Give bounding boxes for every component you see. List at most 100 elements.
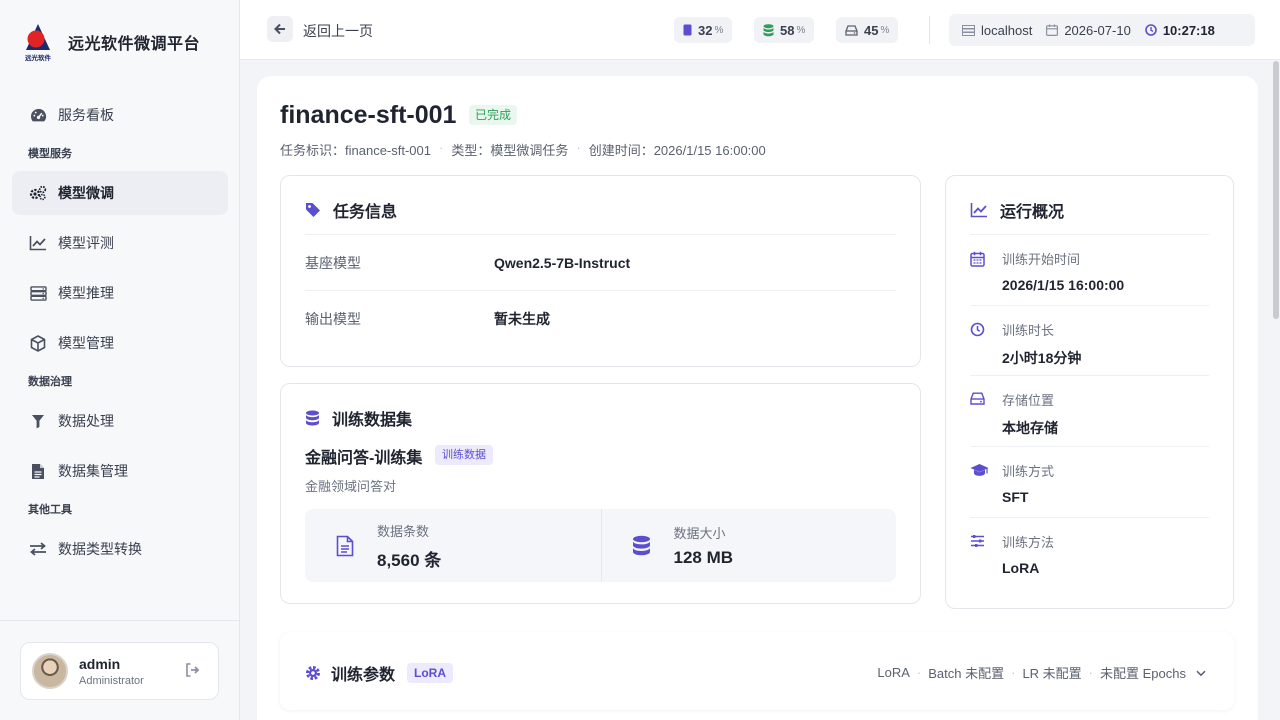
run-storage-label: 存储位置: [1002, 393, 1055, 408]
memory-unit: %: [796, 24, 806, 36]
nav-item-dashboard[interactable]: 服务看板: [12, 93, 228, 137]
server-icon: [962, 24, 975, 36]
nav-item-inference[interactable]: 模型推理: [12, 271, 228, 315]
disk-unit: %: [880, 24, 890, 36]
record-count-label: 数据条数: [377, 523, 430, 539]
dataset-heading: 训练数据集: [305, 406, 412, 430]
user-card[interactable]: admin Administrator: [20, 642, 219, 700]
sidebar-footer: admin Administrator: [0, 620, 239, 720]
data-size-label: 数据大小: [673, 526, 726, 541]
nav-item-datatype-conversion[interactable]: 数据类型转换: [12, 527, 228, 571]
system-info: localhost 2026-07-10 10:27:18: [949, 14, 1255, 46]
training-params-header[interactable]: 训练参数 LoRA LoRA · Batch 未配置 · LR 未配置 · 未配…: [280, 632, 1234, 710]
nav-group-data-governance: 数据治理: [28, 376, 72, 388]
logout-icon[interactable]: [185, 663, 200, 682]
nav-item-evaluation[interactable]: 模型评测: [12, 221, 228, 265]
params-method: LoRA: [877, 665, 910, 680]
topbar: 返回上一页 32% 58% 45% localhost 2026-07-10 1…: [240, 0, 1280, 60]
server-icon: [28, 283, 48, 303]
hdd-icon: [845, 24, 858, 36]
file-icon: [28, 461, 48, 481]
nav-label-finetune: 模型微调: [58, 185, 114, 201]
memory-value: 58: [780, 22, 795, 38]
run-duration-label: 训练时长: [1002, 323, 1055, 338]
run-overview-heading: 运行概况: [970, 198, 1064, 222]
status-badge: 已完成: [469, 105, 518, 125]
dataset-tag: 训练数据: [435, 445, 493, 465]
chart-line-icon: [28, 233, 48, 253]
graduation-cap-icon: [970, 461, 1002, 517]
base-model-row: 基座模型 Qwen2.5-7B-Instruct: [305, 234, 896, 290]
run-training-mode-label: 训练方式: [1002, 464, 1055, 479]
task-detail-card: finance-sft-001 已完成 任务标识：finance-sft-001…: [257, 76, 1258, 720]
data-size-stat: 数据大小 128 MB: [600, 509, 897, 582]
sliders-icon: [970, 532, 1002, 588]
arrow-left-icon: [274, 23, 285, 35]
gear-icon: [306, 666, 320, 680]
memory-usage-badge: 58%: [754, 17, 815, 43]
current-date: 2026-07-10: [1064, 22, 1131, 38]
file-lines-icon: [327, 535, 363, 557]
chevron-down-icon[interactable]: [1196, 665, 1206, 680]
run-training-method-label: 训练方法: [1002, 535, 1055, 550]
hdd-icon: [970, 390, 1002, 446]
task-type: 类型：模型微调任务: [451, 143, 569, 158]
nav-label-dataset-management: 数据集管理: [58, 463, 128, 479]
filter-icon: [28, 411, 48, 431]
nav-label-data-processing: 数据处理: [58, 413, 114, 429]
database-icon: [306, 410, 319, 425]
output-model-value: 暂未生成: [494, 310, 550, 327]
topbar-divider: [929, 16, 930, 44]
dataset-stats: 数据条数 8,560 条 数据大小 128 MB: [305, 509, 896, 582]
cpu-usage-badge: 32%: [674, 17, 733, 43]
calendar-icon: [970, 249, 1002, 305]
run-training-mode: 训练方式 SFT: [970, 446, 1209, 517]
base-model-value: Qwen2.5-7B-Instruct: [494, 254, 631, 271]
nav-item-finetune[interactable]: 模型微调: [12, 171, 228, 215]
run-start-time-label: 训练开始时间: [1002, 252, 1081, 267]
nav-group-other-tools: 其他工具: [28, 504, 72, 516]
cube-icon: [28, 333, 48, 353]
chart-line-icon: [970, 203, 987, 218]
params-epochs: 未配置 Epochs: [1100, 666, 1186, 681]
nav-group-model-services: 模型服务: [28, 148, 72, 160]
dataset-name[interactable]: 金融问答-训练集: [305, 444, 422, 468]
params-batch: Batch 未配置: [928, 666, 1005, 681]
page-scrollbar[interactable]: [1273, 61, 1279, 319]
run-start-time: 训练开始时间 2026/1/15 16:00:00: [970, 234, 1209, 305]
sidebar: 远光软件 远光软件微调平台 服务看板 模型服务 模型微调 模型评测 模型推理 模…: [0, 0, 240, 720]
nav-label-model-management: 模型管理: [58, 335, 114, 351]
run-storage: 存储位置 本地存储: [970, 375, 1209, 446]
disk-value: 45: [864, 22, 879, 38]
run-overview-panel: 运行概况 训练开始时间 2026/1/15 16:00:00 训练时长 2小时18分…: [945, 175, 1234, 609]
avatar: [32, 653, 68, 689]
nav-item-dataset-management[interactable]: 数据集管理: [12, 449, 228, 493]
page-title: finance-sft-001: [280, 101, 457, 129]
calendar-icon: [1046, 24, 1059, 36]
back-button[interactable]: [267, 16, 293, 42]
nav-label-evaluation: 模型评测: [58, 235, 114, 251]
params-lr: LR 未配置: [1022, 666, 1082, 681]
memory-icon: [683, 24, 692, 36]
lora-badge: LoRA: [407, 663, 454, 683]
back-label[interactable]: 返回上一页: [303, 21, 373, 41]
nav-label-dashboard: 服务看板: [58, 107, 114, 123]
nav-label-inference: 模型推理: [58, 285, 114, 301]
output-model-label: 输出模型: [305, 310, 361, 327]
company-logo: 远光软件: [22, 22, 54, 62]
task-meta: 任务标识：finance-sft-001 · 类型：模型微调任务 · 创建时间：…: [280, 140, 766, 158]
nav-item-model-management[interactable]: 模型管理: [12, 321, 228, 365]
user-role: Administrator: [79, 674, 144, 687]
record-count-value: 8,560 条: [377, 550, 442, 570]
nav-label-datatype-conversion: 数据类型转换: [58, 541, 142, 557]
disk-usage-badge: 45%: [836, 17, 899, 43]
run-start-time-value: 2026/1/15 16:00:00: [1002, 277, 1125, 293]
nav-item-data-processing[interactable]: 数据处理: [12, 399, 228, 443]
run-storage-value: 本地存储: [1002, 420, 1058, 436]
svg-text:远光软件: 远光软件: [25, 53, 52, 62]
clock-icon: [1145, 24, 1157, 36]
task-created: 创建时间：2026/1/15 16:00:00: [588, 143, 766, 158]
task-id: 任务标识：finance-sft-001: [280, 143, 431, 158]
brand[interactable]: 远光软件 远光软件微调平台: [22, 22, 200, 62]
host-name: localhost: [981, 22, 1033, 38]
